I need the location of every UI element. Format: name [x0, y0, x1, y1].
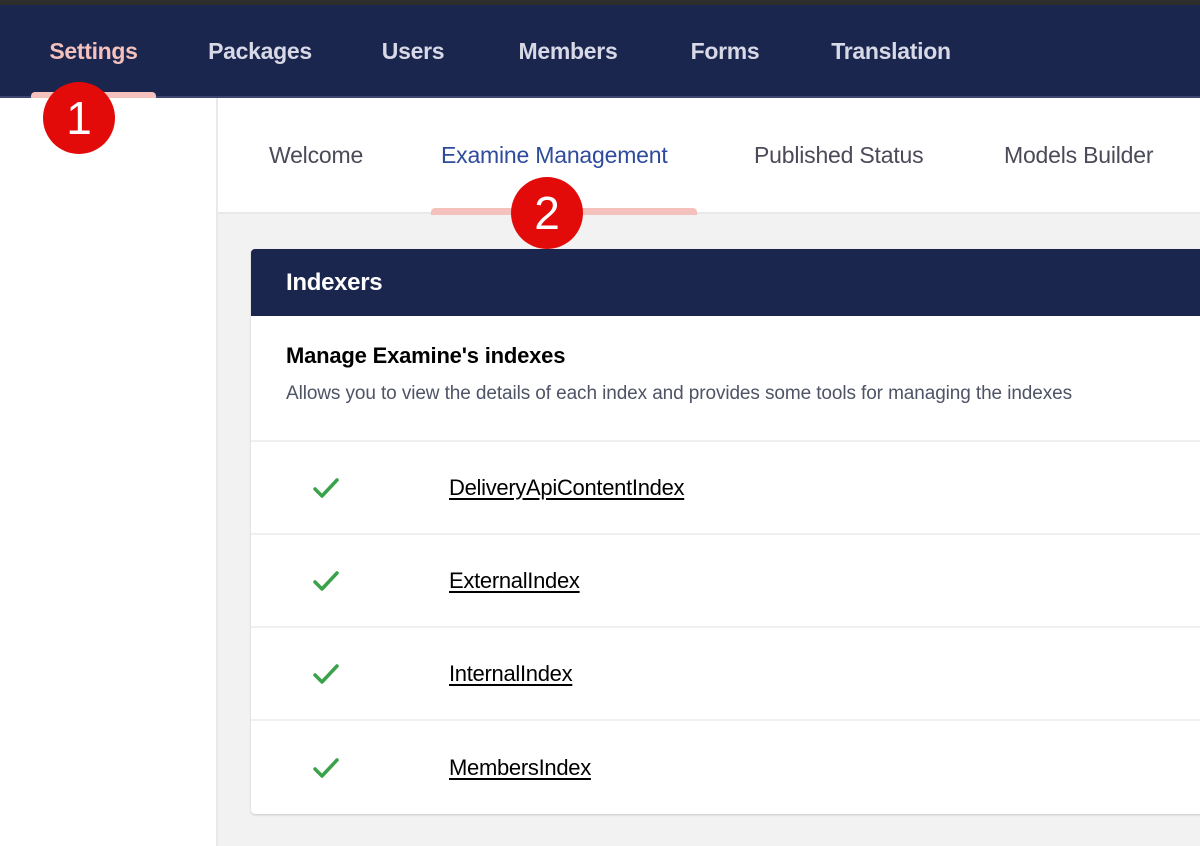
- topnav-item-forms[interactable]: Forms: [679, 5, 771, 98]
- index-link-membersindex[interactable]: MembersIndex: [449, 755, 591, 781]
- index-row: InternalIndex: [251, 628, 1200, 721]
- index-row: DeliveryApiContentIndex: [251, 442, 1200, 535]
- index-row: ExternalIndex: [251, 535, 1200, 628]
- check-icon: [313, 570, 339, 591]
- index-link-internalindex[interactable]: InternalIndex: [449, 661, 573, 687]
- topnav-item-packages[interactable]: Packages: [195, 5, 325, 98]
- topnav-item-settings[interactable]: Settings: [31, 5, 156, 98]
- indexers-intro: Manage Examine's indexes Allows you to v…: [251, 316, 1200, 442]
- check-icon: [313, 477, 339, 498]
- main-content: Welcome Examine Management Published Sta…: [218, 98, 1200, 846]
- tab-welcome[interactable]: Welcome: [269, 98, 363, 212]
- indexers-title: Manage Examine's indexes: [286, 343, 566, 368]
- indexers-heading: Indexers: [286, 268, 383, 296]
- indexers-description: Allows you to view the details of each i…: [286, 383, 1072, 404]
- topnav-item-members[interactable]: Members: [503, 5, 633, 98]
- step-marker-2: 2: [511, 177, 583, 249]
- topnav-item-translation[interactable]: Translation: [820, 5, 962, 98]
- check-icon: [313, 663, 339, 684]
- sidebar: [0, 98, 218, 846]
- topnav-item-users[interactable]: Users: [370, 5, 456, 98]
- index-link-externalindex[interactable]: ExternalIndex: [449, 568, 580, 594]
- top-navigation: Settings Packages Users Members Forms Tr…: [0, 5, 1200, 100]
- check-icon: [313, 757, 339, 778]
- index-link-deliveryapicontentindex[interactable]: DeliveryApiContentIndex: [449, 475, 685, 501]
- indexers-header: Indexers: [251, 249, 1200, 316]
- dashboard-tabs: Welcome Examine Management Published Sta…: [218, 98, 1200, 215]
- tab-models-builder[interactable]: Models Builder: [1004, 98, 1154, 212]
- index-row: MembersIndex: [251, 721, 1200, 814]
- indexers-panel: Indexers Manage Examine's indexes Allows…: [251, 249, 1200, 814]
- step-marker-1: 1: [43, 82, 115, 154]
- tab-published-status[interactable]: Published Status: [754, 98, 924, 212]
